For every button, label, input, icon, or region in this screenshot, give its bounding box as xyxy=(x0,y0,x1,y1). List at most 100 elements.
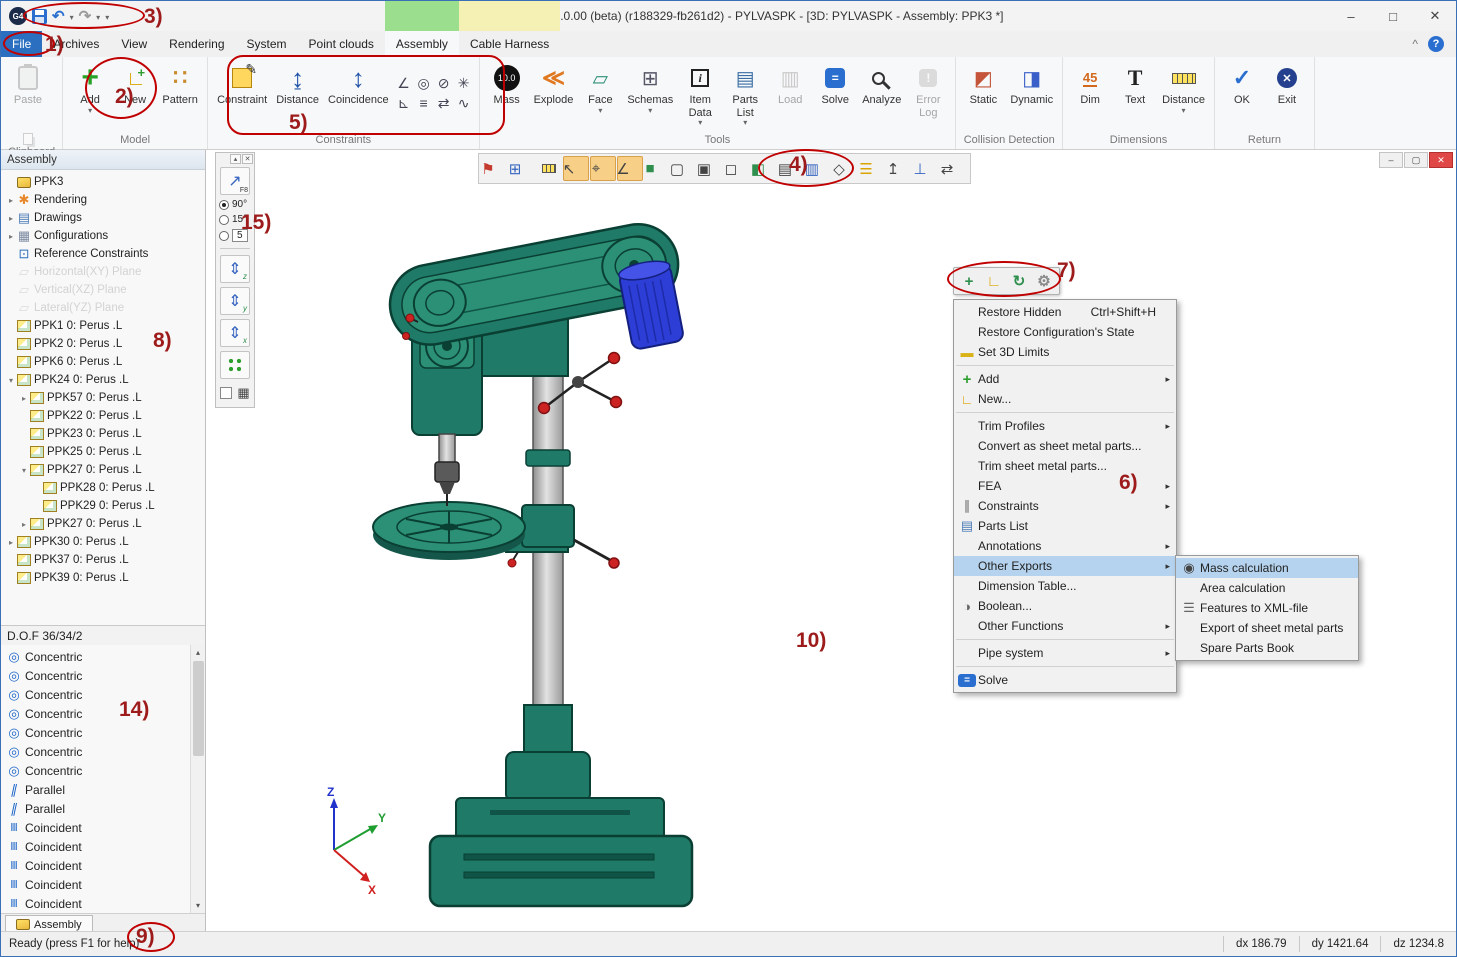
minimize-button[interactable]: – xyxy=(1330,1,1372,31)
distance-dimension-button[interactable]: Distance ▾ xyxy=(1158,59,1209,131)
settings-gear-icon[interactable]: ⚙ xyxy=(1033,270,1055,292)
dof-item-coincident[interactable]: Coincident xyxy=(3,856,189,875)
explode-button[interactable]: Explode xyxy=(530,59,578,131)
constraint-button[interactable]: Constraint xyxy=(213,59,271,131)
mass-button[interactable]: 10.0 Mass xyxy=(485,59,529,131)
schemas-button[interactable]: Schemas ▾ xyxy=(623,59,677,131)
static-collision-button[interactable]: Static xyxy=(961,59,1005,131)
snap-point-icon[interactable]: ⌖ xyxy=(590,156,616,181)
drill-press-model[interactable]: Z Y X xyxy=(206,150,1456,933)
angle-15-radio[interactable]: 15° xyxy=(216,212,254,227)
dof-item-concentric[interactable]: Concentric xyxy=(3,723,189,742)
dof-item-coincident[interactable]: Coincident xyxy=(3,875,189,894)
move-y-button[interactable]: ⇕ y xyxy=(220,287,250,315)
help-icon[interactable]: ? xyxy=(1428,36,1444,52)
tree-item-lateral-plane[interactable]: Lateral(YZ) Plane xyxy=(1,299,205,317)
item-data-button[interactable]: Item Data ▾ xyxy=(678,59,722,131)
context-menu-item[interactable] xyxy=(956,365,1174,366)
new-part-icon[interactable]: ∟ xyxy=(983,270,1005,292)
load-button[interactable]: Load xyxy=(768,59,812,131)
tree-item-ppk30[interactable]: ▸ PPK30 0: Perus .L xyxy=(1,533,205,551)
tab-assembly[interactable]: Assembly xyxy=(385,31,459,57)
tree-item-ppk22[interactable]: PPK22 0: Perus .L xyxy=(1,407,205,425)
menu-item-pipe-system[interactable]: Pipe system ▸ xyxy=(954,643,1176,663)
3d-viewport[interactable]: Z Y X – ▢ ✕ ⚑ xyxy=(206,150,1456,933)
exit-button[interactable]: Exit xyxy=(1265,59,1309,131)
menu-item-set-3d-limits[interactable]: Set 3D Limits xyxy=(954,342,1176,362)
tree-item-ppk6[interactable]: PPK6 0: Perus .L xyxy=(1,353,205,371)
viewport-close-button[interactable]: ✕ xyxy=(1429,152,1453,168)
copy-view-icon[interactable]: ▥ xyxy=(806,156,832,181)
menu-item-parts-list[interactable]: Parts List xyxy=(954,516,1176,536)
add-icon[interactable]: + xyxy=(958,270,980,292)
scroll-down-icon[interactable] xyxy=(191,898,205,913)
schemas-dropdown-icon[interactable]: ▾ xyxy=(648,107,652,115)
menu-item-trim-sheet-metal-parts[interactable]: Trim sheet metal parts... xyxy=(954,456,1176,476)
transform-icon[interactable]: ⇄ xyxy=(941,156,967,181)
save-icon[interactable] xyxy=(32,9,47,24)
expand-arrow-icon[interactable]: ▸ xyxy=(5,538,17,547)
scrollbar-thumb[interactable] xyxy=(193,661,204,756)
tab-cable-harness[interactable]: Cable Harness xyxy=(459,31,560,57)
pin-icon[interactable]: ⚑ xyxy=(482,156,508,181)
maximize-button[interactable]: □ xyxy=(1372,1,1414,31)
tree-item-ppk24[interactable]: ▾ PPK24 0: Perus .L xyxy=(1,371,205,389)
select-mode-icon[interactable]: ↖ xyxy=(563,156,589,181)
angle-constraint-icon[interactable]: ∠ xyxy=(394,73,414,93)
face-button[interactable]: Face ▾ xyxy=(578,59,622,131)
tab-archives[interactable]: Archives xyxy=(42,31,110,57)
context-menu-item[interactable] xyxy=(956,412,1174,413)
menu-item-restore-hidden[interactable]: Restore Hidden Ctrl+Shift+H xyxy=(954,302,1176,322)
dof-item-coincident[interactable]: Coincident xyxy=(3,837,189,856)
send-icon[interactable]: ↥ xyxy=(887,156,913,181)
pattern-button[interactable]: Pattern xyxy=(158,59,202,131)
expand-arrow-icon[interactable]: ▾ xyxy=(18,466,30,475)
axes-icon[interactable]: ⊥ xyxy=(914,156,940,181)
symmetry-constraint-icon[interactable]: ✳ xyxy=(454,73,474,93)
dof-item-concentric[interactable]: Concentric xyxy=(3,666,189,685)
customize-toolbar-icon[interactable] xyxy=(105,9,109,23)
analyze-button[interactable]: Analyze xyxy=(858,59,905,131)
dof-item-concentric[interactable]: Concentric xyxy=(3,685,189,704)
viewport-restore-button[interactable]: ▢ xyxy=(1404,152,1428,168)
ok-button[interactable]: OK xyxy=(1220,59,1264,131)
menu-item-new[interactable]: New... xyxy=(954,389,1176,409)
palette-grid-icon[interactable]: ▦ xyxy=(237,385,249,401)
copy-icon[interactable] xyxy=(23,133,33,145)
menu-item-fea[interactable]: FEA ▸ xyxy=(954,476,1176,496)
expand-arrow-icon[interactable]: ▾ xyxy=(5,376,17,385)
paste-button[interactable]: Paste xyxy=(6,59,50,131)
transparent-view-icon[interactable]: ◻ xyxy=(725,156,751,181)
coincidence-button[interactable]: Coincidence xyxy=(324,59,393,131)
menu-item-constraints[interactable]: Constraints ▸ xyxy=(954,496,1176,516)
tangent-constraint-icon[interactable]: ⊘ xyxy=(434,73,454,93)
section-view-icon[interactable]: ◧ xyxy=(752,156,778,181)
angle-step-radio[interactable]: 5 xyxy=(216,227,254,244)
pattern-move-button[interactable] xyxy=(220,351,250,379)
hidden-line-view-icon[interactable]: ▣ xyxy=(698,156,724,181)
dynamic-collision-button[interactable]: Dynamic xyxy=(1006,59,1057,131)
dof-item-parallel[interactable]: Parallel xyxy=(3,780,189,799)
error-log-button[interactable]: Error Log xyxy=(906,59,950,131)
parts-list-button[interactable]: Parts List ▾ xyxy=(723,59,767,131)
collapse-ribbon-icon[interactable]: ^ xyxy=(1412,37,1418,51)
expand-arrow-icon[interactable]: ▸ xyxy=(5,214,17,223)
submenu-item-features-to-xml-file[interactable]: Features to XML-file xyxy=(1176,598,1358,618)
shaded-view-icon[interactable]: ■ xyxy=(644,156,670,181)
dof-item-concentric[interactable]: Concentric xyxy=(3,761,189,780)
context-menu-item[interactable] xyxy=(956,666,1174,667)
tree-item-configurations[interactable]: ▸ Configurations xyxy=(1,227,205,245)
menu-item-other-exports[interactable]: Other Exports ▸ xyxy=(954,556,1176,576)
dim-button[interactable]: 45 Dim xyxy=(1068,59,1112,131)
menu-item-dimension-table[interactable]: Dimension Table... xyxy=(954,576,1176,596)
submenu-item-area-calculation[interactable]: Area calculation xyxy=(1176,578,1358,598)
wireframe-view-icon[interactable]: ▢ xyxy=(671,156,697,181)
perpendicular-constraint-icon[interactable]: ⊾ xyxy=(394,93,414,113)
tree-item-ppk27[interactable]: ▾ PPK27 0: Perus .L xyxy=(1,461,205,479)
step-value-box[interactable]: 5 xyxy=(232,229,248,242)
expand-arrow-icon[interactable]: ▸ xyxy=(5,232,17,241)
submenu-item-mass-calculation[interactable]: Mass calculation xyxy=(1176,558,1358,578)
tree-item-horizontal-plane[interactable]: Horizontal(XY) Plane xyxy=(1,263,205,281)
dof-item-coincident[interactable]: Coincident xyxy=(3,818,189,837)
app-logo[interactable]: G4 xyxy=(9,7,27,25)
